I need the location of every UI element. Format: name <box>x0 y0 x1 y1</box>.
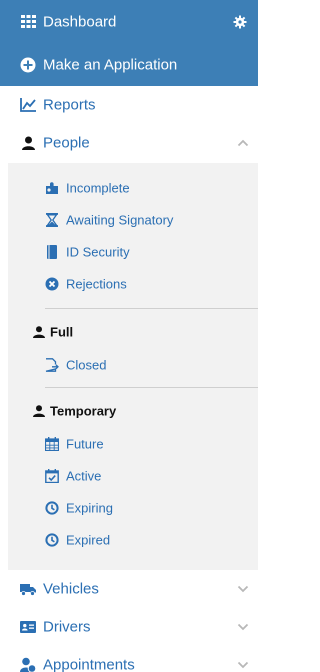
grid-icon <box>20 14 36 30</box>
sidebar-item-label: People <box>43 134 90 152</box>
chevron-down-icon <box>237 623 249 631</box>
hourglass-icon <box>45 213 59 227</box>
submenu-item-closed[interactable]: Closed <box>8 349 258 381</box>
plus-circle-icon <box>20 57 36 73</box>
sidebar-item-label: Reports <box>43 96 96 114</box>
submenu-item-label: Expired <box>66 532 111 548</box>
make-application-label: Make an Application <box>43 56 178 73</box>
gear-icon[interactable] <box>233 15 247 29</box>
dashboard-label: Dashboard <box>43 13 117 30</box>
submenu-item-active[interactable]: Active <box>8 460 258 492</box>
group-heading-label: Temporary <box>50 403 117 419</box>
submenu-item-label: Incomplete <box>66 180 130 196</box>
user-icon <box>33 405 45 417</box>
submenu-item-expiring[interactable]: Expiring <box>8 492 258 524</box>
calendar-icon <box>45 437 59 451</box>
chevron-down-icon <box>237 661 249 669</box>
submenu-item-id-security[interactable]: ID Security <box>8 236 258 268</box>
book-icon <box>45 245 59 259</box>
sidebar-item-label: Vehicles <box>43 580 99 598</box>
chevron-up-icon <box>237 139 249 147</box>
file-export-icon <box>45 358 59 372</box>
clock-icon <box>45 501 59 515</box>
user-clock-icon <box>20 657 36 672</box>
submenu-item-label: ID Security <box>66 244 130 260</box>
calendar-check-icon <box>45 469 59 483</box>
times-circle-icon <box>45 277 59 291</box>
submenu-item-label: Expiring <box>66 500 113 516</box>
chevron-down-icon <box>237 585 249 593</box>
user-icon <box>33 326 45 338</box>
submenu-item-awaiting-signatory[interactable]: Awaiting Signatory <box>8 204 258 236</box>
line-chart-icon <box>20 97 36 113</box>
sidebar-item-label: Appointments <box>43 656 135 672</box>
submenu-item-label: Future <box>66 436 104 452</box>
truck-icon <box>20 581 36 597</box>
make-application-link[interactable]: Make an Application <box>0 43 258 86</box>
submenu-item-label: Rejections <box>66 276 127 292</box>
puzzle-icon <box>45 181 59 195</box>
group-heading-full: Full <box>8 316 258 348</box>
user-icon <box>20 135 36 151</box>
sidebar-item-appointments[interactable]: Appointments <box>0 646 258 672</box>
submenu-item-expired[interactable]: Expired <box>8 524 258 556</box>
sidebar-item-reports[interactable]: Reports <box>0 86 258 124</box>
submenu-item-incomplete[interactable]: Incomplete <box>8 172 258 204</box>
clock-icon <box>45 533 59 547</box>
group-heading-temporary: Temporary <box>8 395 258 427</box>
sidebar-item-vehicles[interactable]: Vehicles <box>0 570 258 608</box>
submenu-item-rejections[interactable]: Rejections <box>8 268 258 300</box>
sidebar-item-people[interactable]: People <box>0 124 258 162</box>
submenu-item-future[interactable]: Future <box>8 428 258 460</box>
submenu-divider <box>45 308 258 309</box>
people-submenu: Incomplete Awaiting Signatory ID Securit… <box>8 163 258 570</box>
group-heading-label: Full <box>50 324 74 340</box>
dashboard-link[interactable]: Dashboard <box>0 0 258 43</box>
sidebar-item-drivers[interactable]: Drivers <box>0 608 258 646</box>
id-card-icon <box>20 619 36 635</box>
submenu-item-label: Awaiting Signatory <box>66 212 174 228</box>
submenu-item-label: Active <box>66 468 102 484</box>
submenu-item-label: Closed <box>66 357 107 373</box>
sidebar-header: Dashboard Make an Application <box>0 0 258 86</box>
submenu-divider <box>45 387 258 388</box>
sidebar-item-label: Drivers <box>43 618 91 636</box>
